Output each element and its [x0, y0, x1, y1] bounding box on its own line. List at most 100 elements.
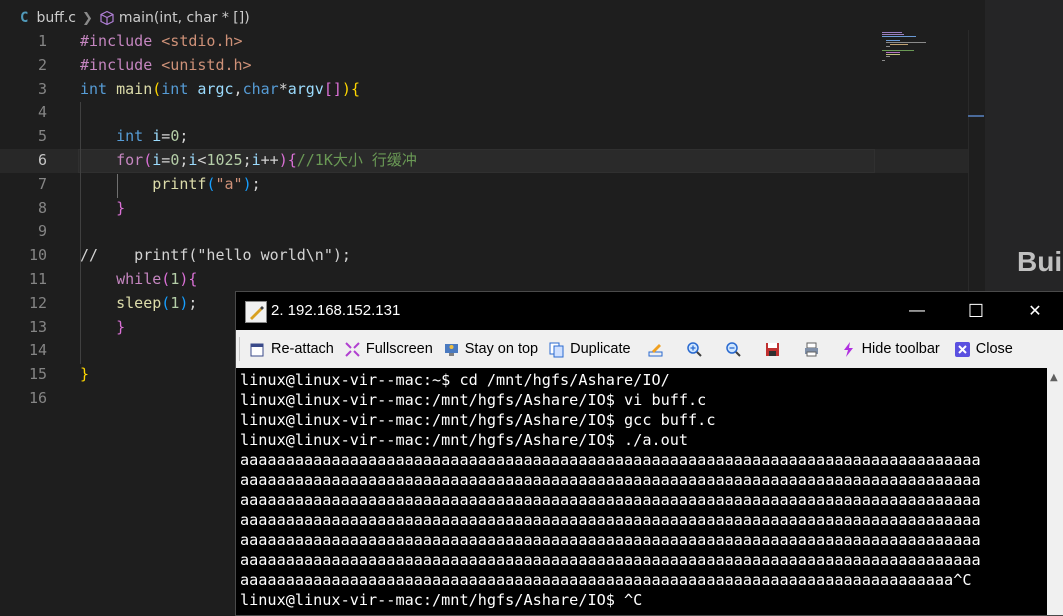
line-number: 10	[28, 246, 47, 265]
terminal-app-icon	[245, 301, 267, 323]
line-number: 11	[28, 269, 47, 288]
token: 1	[170, 293, 180, 312]
token: #include	[80, 55, 153, 74]
minimize-icon: —	[909, 302, 925, 319]
line-number: 4	[37, 103, 47, 122]
c-language-icon: C	[20, 10, 29, 26]
token: argc	[197, 79, 234, 98]
terminal-title-bar[interactable]: 2. 192.168.152.131 — ☐ ✕	[236, 292, 1063, 330]
token: }	[116, 317, 126, 336]
editor-scrollbar-thumb[interactable]	[968, 115, 984, 117]
token: (	[161, 269, 171, 288]
token: }	[116, 198, 126, 217]
token: (	[152, 79, 162, 98]
token: int	[116, 127, 144, 146]
zoom-in-button[interactable]	[675, 330, 714, 368]
token: main	[116, 79, 153, 98]
terminal-line: linux@linux-vir--mac:/mnt/hgfs/Ashare/IO…	[240, 591, 643, 609]
comment: //1K大小 行缓冲	[296, 150, 417, 169]
terminal-line: linux@linux-vir--mac:~$ cd /mnt/hgfs/Ash…	[240, 371, 670, 389]
maximize-button[interactable]: ☐	[947, 292, 1005, 330]
terminal-output[interactable]: linux@linux-vir--mac:~$ cd /mnt/hgfs/Ash…	[240, 370, 1045, 615]
scroll-up-icon[interactable]: ▲	[1050, 372, 1058, 383]
comment: // printf("hello world\n");	[80, 246, 351, 265]
code-line[interactable]: 8 }	[0, 197, 985, 221]
edit-icon	[648, 343, 663, 356]
breadcrumb-symbol[interactable]: main(int, char * [])	[119, 10, 250, 26]
code-line-current[interactable]: 6 for(i=0;i<1025;i++){//1K大小 行缓冲	[0, 148, 985, 173]
token: *	[278, 79, 288, 98]
token: ;	[188, 293, 198, 312]
reattach-icon	[250, 343, 264, 356]
code-line[interactable]: 5 int i=0;	[0, 125, 985, 149]
code-line[interactable]: 7 printf("a");	[0, 173, 985, 197]
token: int	[161, 79, 189, 98]
code-line[interactable]: 11 while(1){	[0, 268, 985, 292]
close-icon	[954, 341, 970, 357]
line-number: 9	[37, 222, 47, 241]
fullscreen-button[interactable]: Fullscreen	[339, 330, 438, 368]
line-number: 13	[28, 317, 47, 336]
token: i	[152, 127, 162, 146]
maximize-icon: ☐	[967, 300, 985, 321]
terminal-window[interactable]: 2. 192.168.152.131 — ☐ ✕ Re-attach Fulls…	[235, 291, 1063, 616]
token: (	[143, 150, 153, 169]
terminal-line: aaaaaaaaaaaaaaaaaaaaaaaaaaaaaaaaaaaaaaaa…	[240, 471, 981, 489]
terminal-line: linux@linux-vir--mac:/mnt/hgfs/Ashare/IO…	[240, 391, 707, 409]
window-close-button[interactable]: ✕	[1006, 292, 1063, 330]
hide-toolbar-button[interactable]: Hide toolbar	[835, 330, 945, 368]
code-line[interactable]: 2 #include <unistd.h>	[0, 54, 985, 78]
line-number: 5	[37, 127, 47, 146]
terminal-line: aaaaaaaaaaaaaaaaaaaaaaaaaaaaaaaaaaaaaaaa…	[240, 551, 981, 569]
code-line[interactable]: 4	[0, 101, 985, 125]
token: argv	[287, 79, 324, 98]
token: "a"	[215, 174, 243, 193]
token: <stdio.h>	[161, 32, 243, 50]
token: {	[188, 269, 198, 288]
line-number: 15	[28, 365, 47, 384]
print-icon	[804, 342, 818, 356]
token: =	[161, 150, 171, 169]
toolbar-grip	[239, 337, 240, 361]
code-line[interactable]: 1 #include <stdio.h>	[0, 30, 985, 54]
close-icon: ✕	[1028, 303, 1042, 320]
line-number: 2	[37, 55, 47, 74]
minimize-button[interactable]: —	[888, 292, 946, 330]
terminal-scrollbar[interactable]: ▲	[1047, 368, 1063, 615]
reattach-label: Re-attach	[271, 341, 334, 357]
code-line[interactable]: 3 int main(int argc,char*argv[]){	[0, 78, 985, 102]
edit-button[interactable]	[636, 330, 675, 368]
zoom-out-button[interactable]	[714, 330, 753, 368]
token: int	[80, 79, 108, 98]
reattach-button[interactable]: Re-attach	[244, 330, 339, 368]
minimap[interactable]	[880, 30, 940, 70]
token: ;	[251, 174, 261, 193]
duplicate-label: Duplicate	[570, 341, 631, 357]
stay-on-top-button[interactable]: Stay on top	[438, 330, 543, 368]
code-line[interactable]: 9	[0, 220, 985, 244]
terminal-line: aaaaaaaaaaaaaaaaaaaaaaaaaaaaaaaaaaaaaaaa…	[240, 571, 972, 589]
token: (	[161, 293, 171, 312]
terminal-line: linux@linux-vir--mac:/mnt/hgfs/Ashare/IO…	[240, 411, 716, 429]
duplicate-button[interactable]: Duplicate	[543, 330, 635, 368]
token: i	[152, 150, 162, 169]
terminal-line: aaaaaaaaaaaaaaaaaaaaaaaaaaaaaaaaaaaaaaaa…	[240, 491, 981, 509]
duplicate-icon	[549, 342, 564, 357]
token: ;	[242, 150, 252, 169]
hide-toolbar-icon	[843, 341, 853, 357]
token: for	[116, 150, 144, 169]
print-button[interactable]	[792, 330, 831, 368]
line-number: 7	[37, 174, 47, 193]
token: 1025	[206, 150, 243, 169]
save-button[interactable]	[753, 330, 792, 368]
code-line[interactable]: 10 // printf("hello world\n");	[0, 244, 985, 268]
panel-heading: Bui	[1017, 246, 1063, 277]
close-button[interactable]: Close	[949, 330, 1018, 368]
token: ;	[179, 127, 189, 146]
breadcrumb-file[interactable]: buff.c	[36, 10, 76, 26]
fullscreen-label: Fullscreen	[365, 341, 433, 357]
token: []	[323, 79, 342, 98]
token: #include	[80, 32, 153, 50]
token: 0	[170, 150, 180, 169]
token: <unistd.h>	[161, 55, 252, 74]
